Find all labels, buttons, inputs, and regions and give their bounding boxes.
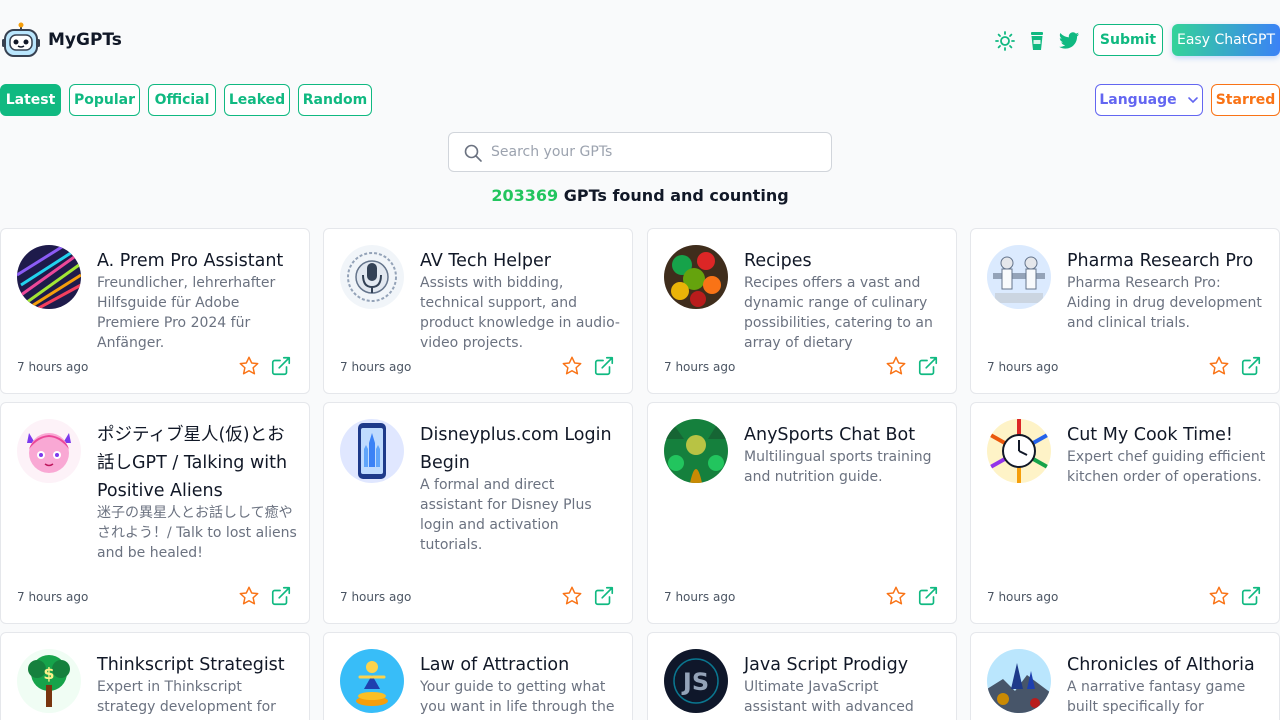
gpt-description: Recipes offers a vast and dynamic range … bbox=[744, 275, 933, 351]
star-icon[interactable] bbox=[1208, 585, 1230, 607]
gpt-description: Expert chef guiding efficient kitchen or… bbox=[1067, 449, 1266, 485]
external-link-icon[interactable] bbox=[1240, 355, 1262, 377]
gpt-time: 7 hours ago bbox=[987, 590, 1059, 604]
gpt-count: 203369 GPTs found and counting bbox=[0, 186, 1280, 205]
gpt-avatar bbox=[987, 419, 1051, 483]
tab-official[interactable]: Official bbox=[148, 84, 216, 116]
gpt-description: Your guide to getting what you want in l… bbox=[420, 679, 615, 715]
gpt-card[interactable]: JS Java Script Prodigy Ultimate JavaScri… bbox=[647, 632, 957, 720]
svg-text:$: $ bbox=[43, 664, 54, 683]
gpt-avatar bbox=[17, 245, 81, 309]
gpt-time: 7 hours ago bbox=[664, 360, 736, 374]
gpt-title[interactable]: Law of Attraction bbox=[420, 651, 620, 679]
gpt-avatar bbox=[17, 419, 81, 483]
gpt-title[interactable]: Java Script Prodigy bbox=[744, 651, 944, 679]
gpt-card[interactable]: ポジティブ星人(仮)とお話しGPT / Talking with Positiv… bbox=[0, 402, 310, 624]
gpt-time: 7 hours ago bbox=[17, 360, 89, 374]
starred-button[interactable]: Starred bbox=[1211, 84, 1280, 116]
gpt-count-text: GPTs found and counting bbox=[558, 186, 789, 205]
gpt-time: 7 hours ago bbox=[340, 590, 412, 604]
gpt-avatar bbox=[664, 245, 728, 309]
gpt-time: 7 hours ago bbox=[987, 360, 1059, 374]
gpt-avatar bbox=[664, 419, 728, 483]
header: MyGPTs Submit Easy ChatGPT bbox=[0, 0, 1280, 82]
gpt-avatar: JS bbox=[664, 649, 728, 713]
external-link-icon[interactable] bbox=[917, 355, 939, 377]
gpt-title[interactable]: Recipes bbox=[744, 247, 944, 275]
gpt-card[interactable]: Pharma Research Pro Pharma Research Pro:… bbox=[970, 228, 1280, 394]
gpt-description: A formal and direct assistant for Disney… bbox=[420, 477, 592, 553]
gpt-avatar bbox=[340, 245, 404, 309]
gpt-title[interactable]: ポジティブ星人(仮)とお話しGPT / Talking with Positiv… bbox=[97, 421, 297, 505]
gpt-title[interactable]: Pharma Research Pro bbox=[1067, 247, 1267, 275]
star-icon[interactable] bbox=[1208, 355, 1230, 377]
tab-popular[interactable]: Popular bbox=[69, 84, 140, 116]
gpt-card[interactable]: $ Thinkscript Strategist Expert in Think… bbox=[0, 632, 310, 720]
gpt-count-number: 203369 bbox=[491, 186, 559, 205]
star-icon[interactable] bbox=[561, 585, 583, 607]
gpt-time: 7 hours ago bbox=[664, 590, 736, 604]
language-dropdown[interactable]: Language bbox=[1095, 84, 1203, 116]
gpt-card[interactable]: Chronicles of AIthoria A narrative fanta… bbox=[970, 632, 1280, 720]
external-link-icon[interactable] bbox=[593, 585, 615, 607]
gpt-card[interactable]: Law of Attraction Your guide to getting … bbox=[323, 632, 633, 720]
brand-name[interactable]: MyGPTs bbox=[48, 30, 122, 50]
gpt-title[interactable]: A. Prem Pro Assistant bbox=[97, 247, 297, 275]
twitter-icon[interactable] bbox=[1058, 30, 1080, 52]
gpt-title[interactable]: AV Tech Helper bbox=[420, 247, 620, 275]
gpt-description: Freundlicher, lehrerhafter Hilfsguide fü… bbox=[97, 275, 276, 351]
gpt-time: 7 hours ago bbox=[340, 360, 412, 374]
search-box bbox=[448, 132, 832, 172]
gpt-card[interactable]: A. Prem Pro Assistant Freundlicher, lehr… bbox=[0, 228, 310, 394]
tab-leaked[interactable]: Leaked bbox=[224, 84, 290, 116]
external-link-icon[interactable] bbox=[917, 585, 939, 607]
gpt-avatar bbox=[987, 245, 1051, 309]
gpt-title[interactable]: AnySports Chat Bot bbox=[744, 421, 944, 449]
star-icon[interactable] bbox=[238, 355, 260, 377]
gpt-title[interactable]: Thinkscript Strategist bbox=[97, 651, 297, 679]
external-link-icon[interactable] bbox=[270, 585, 292, 607]
gpt-title[interactable]: Chronicles of AIthoria bbox=[1067, 651, 1267, 679]
easy-chatgpt-button[interactable]: Easy ChatGPT bbox=[1172, 24, 1280, 56]
gpt-description: A narrative fantasy game built specifica… bbox=[1067, 679, 1246, 720]
submit-button[interactable]: Submit bbox=[1093, 24, 1163, 56]
gpt-avatar bbox=[340, 419, 404, 483]
gpt-time: 7 hours ago bbox=[17, 590, 89, 604]
external-link-icon[interactable] bbox=[1240, 585, 1262, 607]
star-icon[interactable] bbox=[885, 585, 907, 607]
sun-icon[interactable] bbox=[994, 30, 1016, 52]
search-input[interactable] bbox=[491, 133, 821, 171]
gpt-title[interactable]: Disneyplus.com Login Begin bbox=[420, 421, 620, 477]
gpt-card[interactable]: AV Tech Helper Assists with bidding, tec… bbox=[323, 228, 633, 394]
gpt-avatar bbox=[987, 649, 1051, 713]
gpt-card[interactable]: Disneyplus.com Login Begin A formal and … bbox=[323, 402, 633, 624]
external-link-icon[interactable] bbox=[270, 355, 292, 377]
search-icon bbox=[464, 144, 482, 162]
star-icon[interactable] bbox=[561, 355, 583, 377]
gpt-description: Multilingual sports training and nutriti… bbox=[744, 449, 932, 485]
star-icon[interactable] bbox=[238, 585, 260, 607]
gpt-card[interactable]: Cut My Cook Time! Expert chef guiding ef… bbox=[970, 402, 1280, 624]
gpt-description: Expert in Thinkscript strategy developme… bbox=[97, 679, 276, 720]
coffee-cup-icon[interactable] bbox=[1026, 30, 1048, 52]
gpt-description: 迷子の異星人とお話しして癒やされよう！/ Talk to lost aliens… bbox=[97, 505, 297, 561]
gpt-avatar: $ bbox=[17, 649, 81, 713]
robot-logo-icon[interactable] bbox=[2, 22, 40, 60]
tab-latest[interactable]: Latest bbox=[0, 84, 61, 116]
gpt-avatar bbox=[340, 649, 404, 713]
gpt-description: Assists with bidding, technical support,… bbox=[420, 275, 620, 351]
gpt-description: Pharma Research Pro: Aiding in drug deve… bbox=[1067, 275, 1262, 331]
star-icon[interactable] bbox=[885, 355, 907, 377]
external-link-icon[interactable] bbox=[593, 355, 615, 377]
chevron-down-icon bbox=[1187, 97, 1198, 104]
gpt-title[interactable]: Cut My Cook Time! bbox=[1067, 421, 1267, 449]
gpt-card[interactable]: Recipes Recipes offers a vast and dynami… bbox=[647, 228, 957, 394]
gpt-description: Ultimate JavaScript assistant with advan… bbox=[744, 679, 914, 720]
svg-text:JS: JS bbox=[681, 668, 709, 696]
gpt-card[interactable]: AnySports Chat Bot Multilingual sports t… bbox=[647, 402, 957, 624]
tab-random[interactable]: Random bbox=[298, 84, 372, 116]
language-label: Language bbox=[1099, 92, 1177, 108]
